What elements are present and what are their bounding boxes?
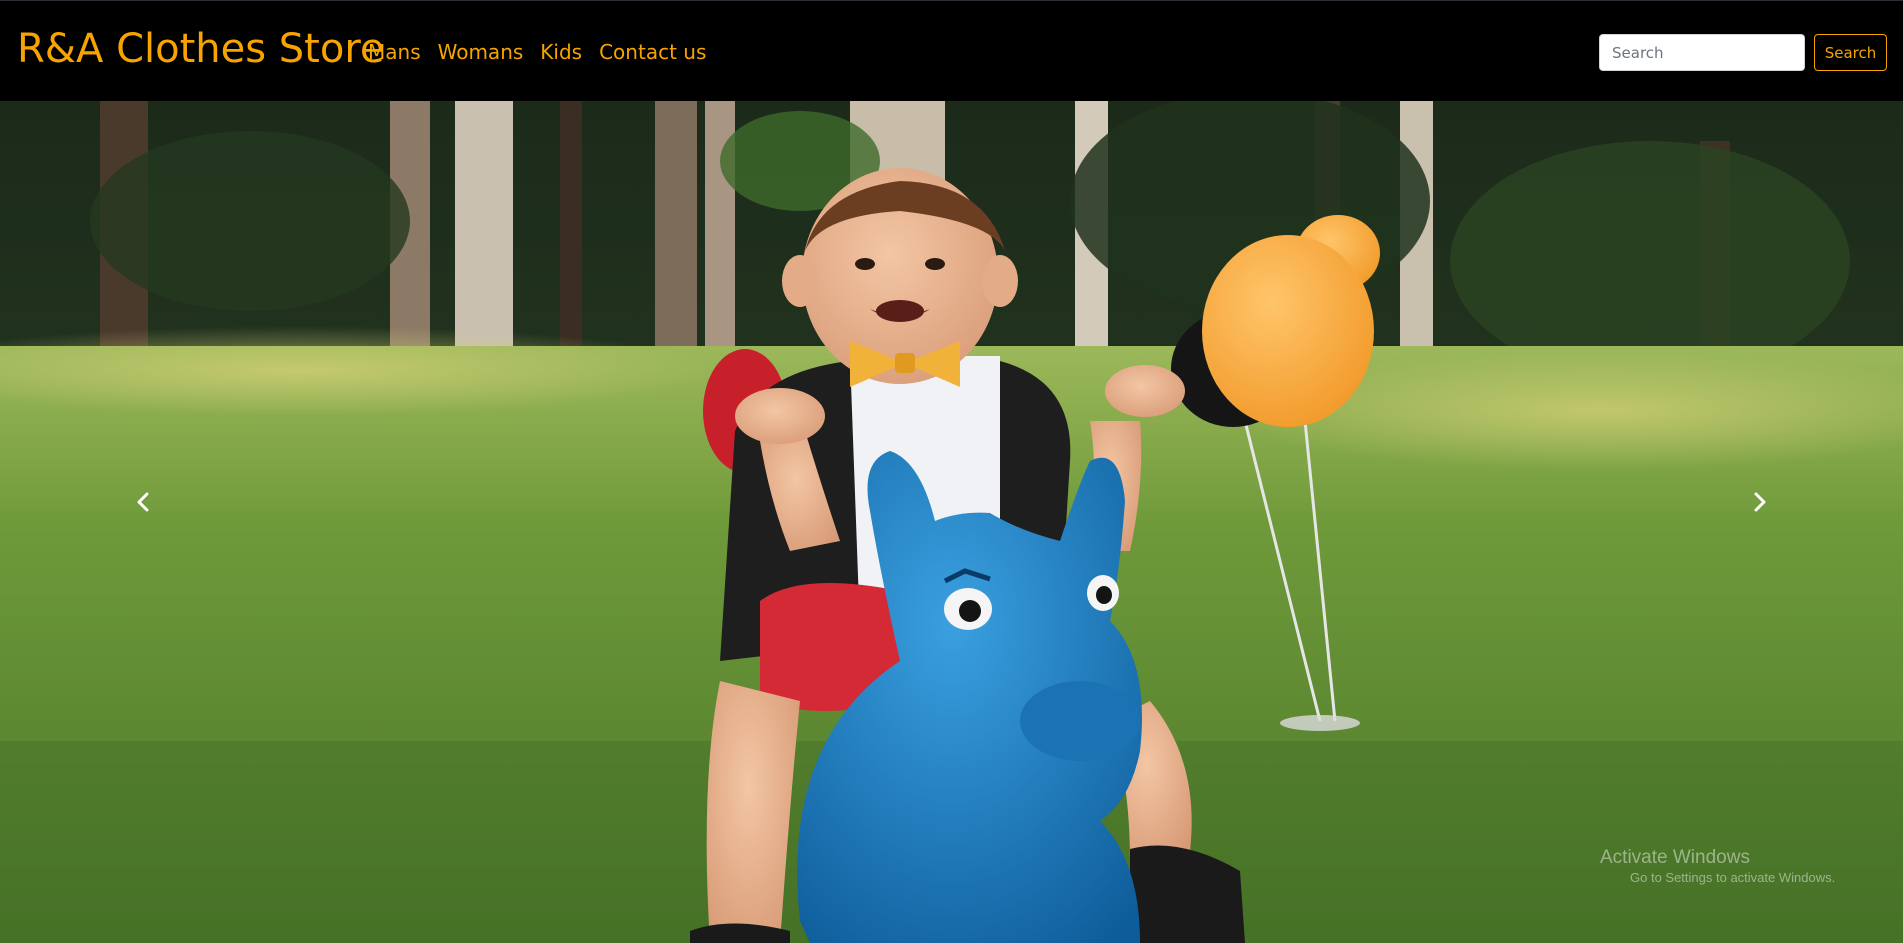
watermark-subtitle: Go to Settings to activate Windows.	[1630, 870, 1836, 885]
watermark-title: Activate Windows	[1600, 847, 1750, 868]
hero-image	[0, 101, 1903, 943]
nav-link-womans[interactable]: Womans	[438, 39, 524, 65]
chevron-right-icon	[1754, 492, 1766, 512]
nav-link-kids[interactable]: Kids	[540, 39, 582, 65]
carousel-next-button[interactable]	[1740, 482, 1780, 522]
activate-windows-watermark: Activate Windows Go to Settings to activ…	[1600, 848, 1835, 888]
nav-link-contact[interactable]: Contact us	[599, 39, 706, 65]
hero-carousel: Activate Windows Go to Settings to activ…	[0, 101, 1903, 943]
search-input[interactable]	[1599, 34, 1805, 71]
nav-links: Mans Womans Kids Contact us	[368, 39, 706, 65]
nav-link-mans[interactable]: Mans	[368, 39, 421, 65]
chevron-left-icon	[137, 492, 149, 512]
search-button[interactable]: Search	[1814, 34, 1887, 71]
navbar: R&A Clothes Store Mans Womans Kids Conta…	[0, 0, 1903, 101]
brand-logo[interactable]: R&A Clothes Store	[17, 25, 385, 73]
carousel-prev-button[interactable]	[123, 482, 163, 522]
